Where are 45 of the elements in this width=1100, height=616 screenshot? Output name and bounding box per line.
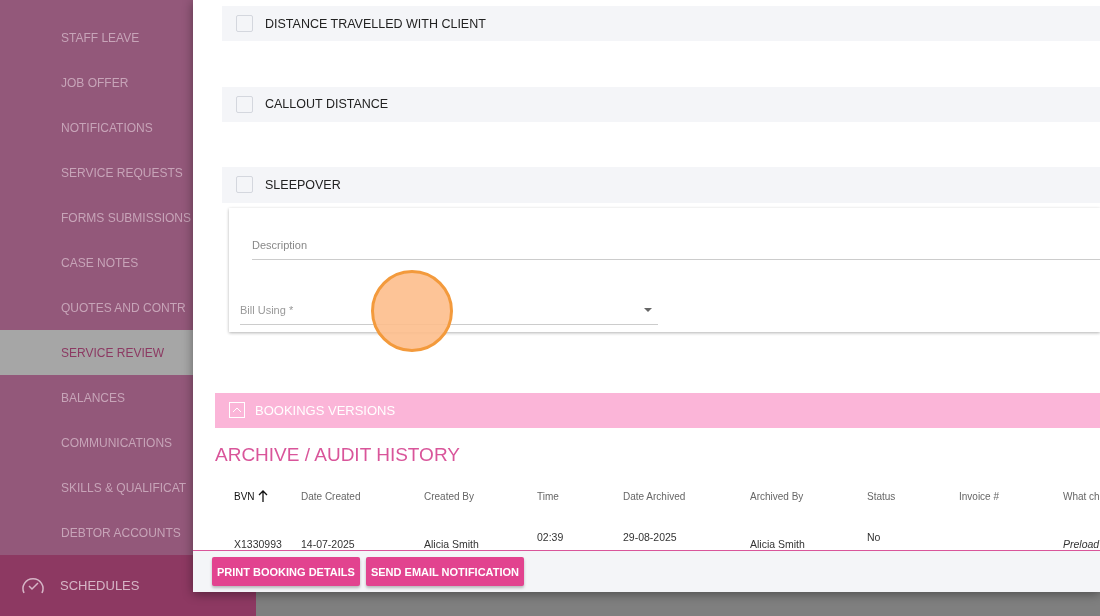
table-cell-text: No bbox=[867, 530, 882, 545]
sidebar-item[interactable]: FORMS SUBMISSIONS bbox=[0, 195, 193, 240]
section-title: SLEEPOVER bbox=[265, 178, 341, 192]
table-cell-text: 29-08-2025 bbox=[623, 530, 678, 545]
table-cell-text: Preload bbox=[1063, 537, 1100, 550]
column-header[interactable]: What ch bbox=[1063, 482, 1100, 510]
section-title: CALLOUT DISTANCE bbox=[265, 97, 389, 112]
sidebar-item[interactable]: DEBTOR ACCOUNTS bbox=[0, 510, 193, 555]
sidebar-item[interactable]: QUOTES AND CONTR bbox=[0, 285, 193, 330]
sidebar-item[interactable]: SKILLS & QUALIFICAT bbox=[0, 465, 193, 510]
section-header[interactable]: CALLOUT DISTANCE bbox=[222, 86, 1100, 123]
caret-icon bbox=[644, 308, 652, 313]
sidebar-item[interactable]: SERVICE REVIEW bbox=[0, 330, 193, 375]
table-cell-text: X1330993 bbox=[234, 537, 283, 550]
archive-heading: ARCHIVE / AUDIT HISTORY bbox=[215, 444, 461, 466]
column-header[interactable]: Created By bbox=[424, 482, 537, 510]
column-header[interactable]: Status bbox=[867, 482, 959, 510]
table-cell-text: 14-07-2025 bbox=[301, 537, 356, 550]
column-header[interactable]: Date Created bbox=[301, 482, 424, 510]
column-header[interactable]: BVN bbox=[234, 482, 301, 510]
chevron-up-icon bbox=[229, 402, 245, 419]
table-cell-text: Alicia Smith bbox=[750, 537, 806, 550]
sidebar-item[interactable]: NOTIFICATIONS bbox=[0, 105, 193, 150]
sidebar-item[interactable]: STAFF LEAVE bbox=[0, 15, 193, 60]
sidebar-item[interactable]: SERVICE REQUESTS bbox=[0, 150, 193, 195]
column-header[interactable]: Invoice # bbox=[959, 482, 1063, 510]
checkbox-icon bbox=[236, 95, 253, 113]
column-header[interactable]: Time bbox=[537, 482, 623, 510]
section-header[interactable]: SLEEPOVER bbox=[222, 167, 1100, 203]
action-button[interactable]: PRINT BOOKING DETAILS bbox=[212, 557, 360, 586]
action-button[interactable]: SEND EMAIL NOTIFICATION bbox=[365, 557, 524, 586]
sidebar-item[interactable]: BALANCES bbox=[0, 375, 193, 420]
sidebar-item[interactable]: JOB OFFER bbox=[0, 60, 193, 105]
checkbox-icon bbox=[236, 176, 253, 194]
section-title: BOOKINGS VERSIONS bbox=[255, 402, 396, 418]
description-field[interactable]: Description bbox=[252, 231, 1100, 260]
column-header[interactable]: Date Archived bbox=[623, 482, 750, 510]
checkbox-icon bbox=[236, 15, 253, 33]
table-cell-text: Alicia Smith bbox=[424, 537, 480, 550]
table-cell-text: 02:39 bbox=[537, 530, 565, 545]
sidebar-item[interactable]: COMMUNICATIONS bbox=[0, 420, 193, 465]
section-title: DISTANCE TRAVELLED WITH CLIENT bbox=[265, 16, 486, 31]
section-header[interactable]: DISTANCE TRAVELLED WITH CLIENT bbox=[222, 6, 1100, 42]
column-header[interactable]: Archived By bbox=[750, 482, 867, 510]
sidebar-item[interactable]: CASE NOTES bbox=[0, 240, 193, 285]
